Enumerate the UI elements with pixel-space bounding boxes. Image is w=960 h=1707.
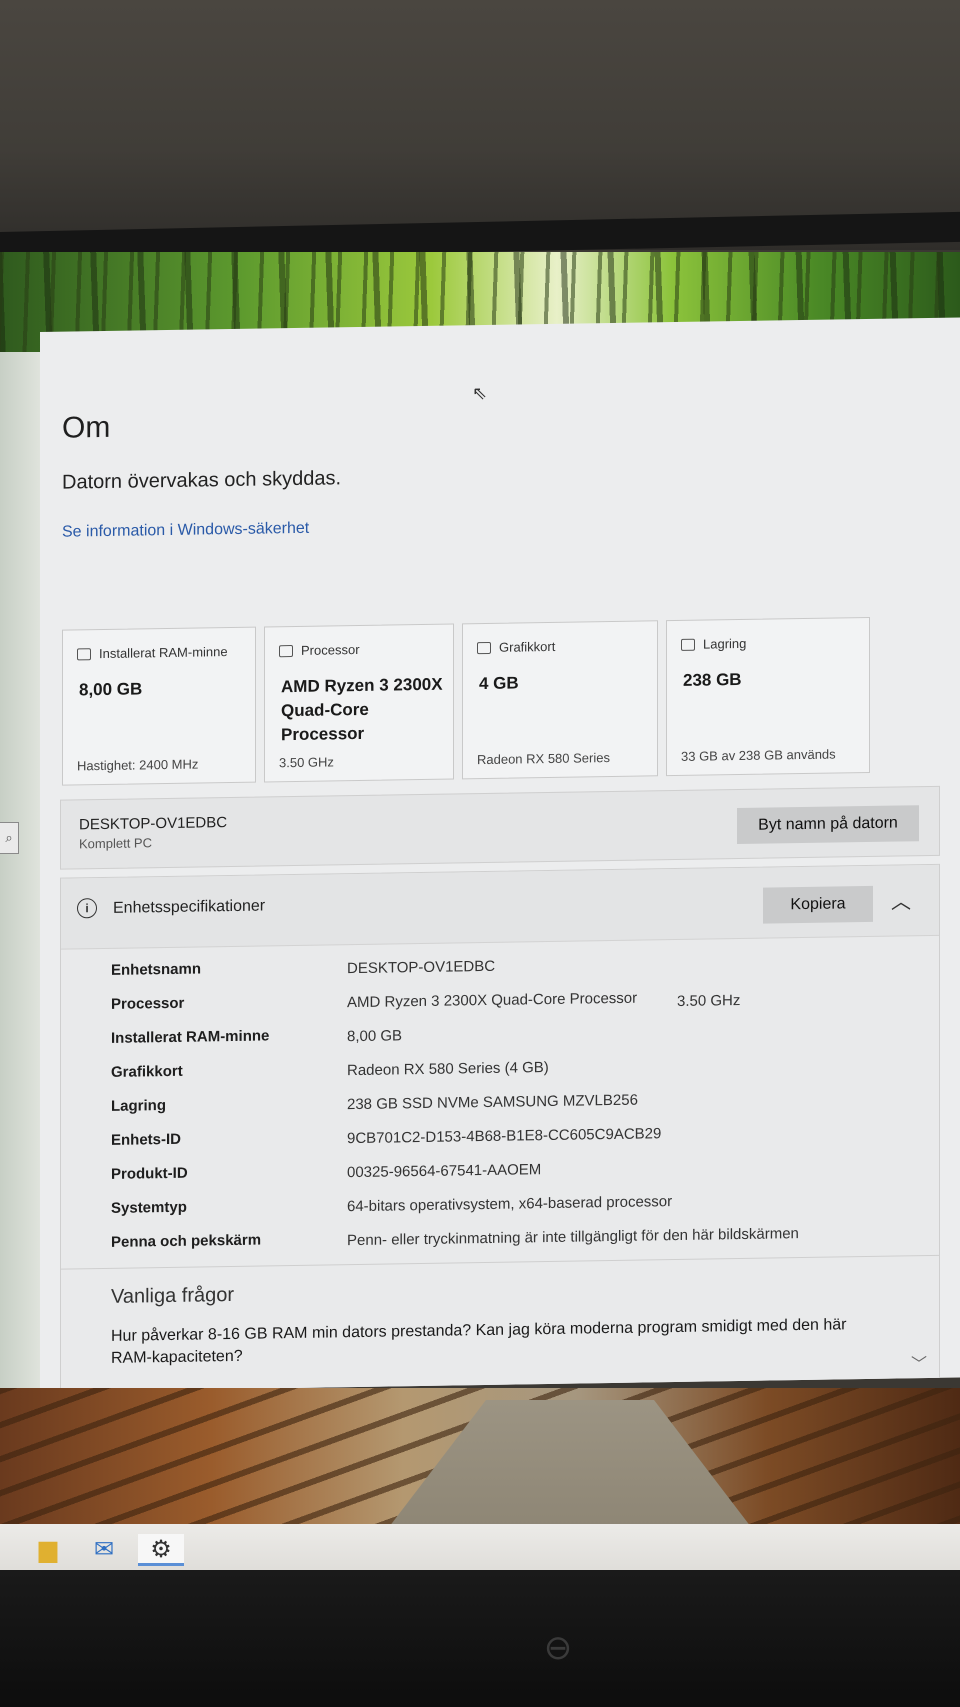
card-value: AMD Ryzen 3 2300X Quad-Core Processor — [281, 674, 443, 745]
card-processor: Processor AMD Ryzen 3 2300X Quad-Core Pr… — [264, 623, 454, 783]
spec-value: AMD Ryzen 3 2300X Quad-Core Processor — [347, 989, 638, 1012]
spec-key: Produkt-ID — [111, 1164, 188, 1183]
spec-value: 238 GB SSD NVMe SAMSUNG MZVLB256 — [347, 1091, 638, 1114]
spec-key: Systemtyp — [111, 1198, 187, 1217]
card-storage: Lagring 238 GB 33 GB av 238 GB används — [666, 616, 870, 777]
spec-cards: Installerat RAM-minne 8,00 GB Hastighet:… — [62, 616, 942, 788]
spec-value: Penn- eller tryckinmatning är inte tillg… — [347, 1225, 799, 1250]
spec-value: 64-bitars operativsystem, x64-baserad pr… — [347, 1193, 673, 1216]
spec-value-extra: 3.50 GHz — [677, 991, 741, 1010]
spec-header[interactable]: i Enhetsspecifikationer Kopiera ︿ — [61, 864, 939, 950]
device-specifications-panel: i Enhetsspecifikationer Kopiera ︿ Enhets… — [60, 863, 940, 1392]
settings-window: ⇖ Om Datorn övervakas och skyddas. Se in… — [40, 317, 960, 1392]
mail-icon[interactable]: ✉ — [88, 1534, 120, 1566]
copy-button[interactable]: Kopiera — [763, 885, 873, 924]
info-icon: i — [77, 898, 97, 919]
card-label: Processor — [301, 641, 360, 658]
spec-key: Enhets-ID — [111, 1130, 182, 1149]
taskbar: ▆ ✉ ⚙ — [0, 1524, 960, 1576]
file-explorer-icon[interactable]: ▆ — [32, 1534, 64, 1566]
device-name: DESKTOP-OV1EDBC — [79, 814, 228, 834]
spec-key: Installerat RAM-minne — [111, 1027, 270, 1047]
spec-key: Processor — [111, 994, 185, 1013]
spec-key: Penna och pekskärm — [111, 1231, 262, 1251]
storage-icon — [681, 638, 695, 651]
card-label: Installerat RAM-minne — [99, 644, 228, 662]
card-ram: Installerat RAM-minne 8,00 GB Hastighet:… — [62, 626, 256, 786]
spec-rows: Enhetsnamn DESKTOP-OV1EDBC Processor AMD R… — [111, 949, 911, 1268]
background-wall — [0, 0, 960, 250]
spec-key: Lagring — [111, 1097, 166, 1115]
spec-value: DESKTOP-OV1EDBC — [347, 957, 496, 978]
ram-icon — [77, 647, 91, 660]
processor-icon — [279, 644, 293, 657]
settings-icon[interactable]: ⚙ — [138, 1534, 184, 1566]
card-sub: Radeon RX 580 Series — [477, 750, 610, 768]
windows-security-link[interactable]: Se information i Windows-säkerhet — [62, 520, 309, 542]
spec-value: 00325-96564-67541-AAOEM — [347, 1161, 542, 1182]
card-graphics: Grafikkort 4 GB Radeon RX 580 Series — [462, 620, 658, 780]
graphics-card-icon — [477, 641, 491, 654]
monitor-bezel-bottom — [0, 1570, 960, 1707]
chevron-down-icon[interactable]: ﹀ — [911, 1350, 927, 1374]
spec-value: 8,00 GB — [347, 1027, 403, 1046]
protection-status: Datorn övervakas och skyddas. — [62, 467, 342, 494]
page-title: Om — [62, 410, 111, 445]
card-value: 8,00 GB — [79, 679, 143, 700]
card-label: Grafikkort — [499, 638, 556, 655]
card-value: 238 GB — [683, 669, 742, 690]
card-sub: 3.50 GHz — [279, 754, 334, 771]
settings-nav-edge: ⌕ — [0, 352, 40, 1392]
spec-value: Radeon RX 580 Series (4 GB) — [347, 1059, 549, 1080]
search-icon[interactable]: ⌕ — [0, 822, 19, 854]
device-name-row: DESKTOP-OV1EDBC Komplett PC Byt namn på … — [60, 785, 940, 870]
card-value: 4 GB — [479, 673, 519, 694]
spec-value: 9CB701C2-D153-4B68-B1E8-CC605C9ACB29 — [347, 1125, 662, 1148]
spec-key: Enhetsnamn — [111, 960, 202, 979]
card-label: Lagring — [703, 635, 747, 652]
rename-pc-button[interactable]: Byt namn på datorn — [737, 805, 919, 845]
chevron-up-icon[interactable]: ︿ — [891, 885, 911, 914]
monitor-logo-icon: ⊖ — [543, 1629, 573, 1667]
card-sub: 33 GB av 238 GB används — [681, 746, 836, 764]
spec-key: Grafikkort — [111, 1062, 183, 1081]
faq-question[interactable]: Hur påverkar 8-16 GB RAM min dators pres… — [111, 1314, 871, 1370]
faq-title: Vanliga frågor — [111, 1283, 235, 1308]
device-model: Komplett PC — [79, 835, 152, 852]
card-sub: Hastighet: 2400 MHz — [77, 756, 199, 774]
spec-title: Enhetsspecifikationer — [113, 897, 266, 917]
